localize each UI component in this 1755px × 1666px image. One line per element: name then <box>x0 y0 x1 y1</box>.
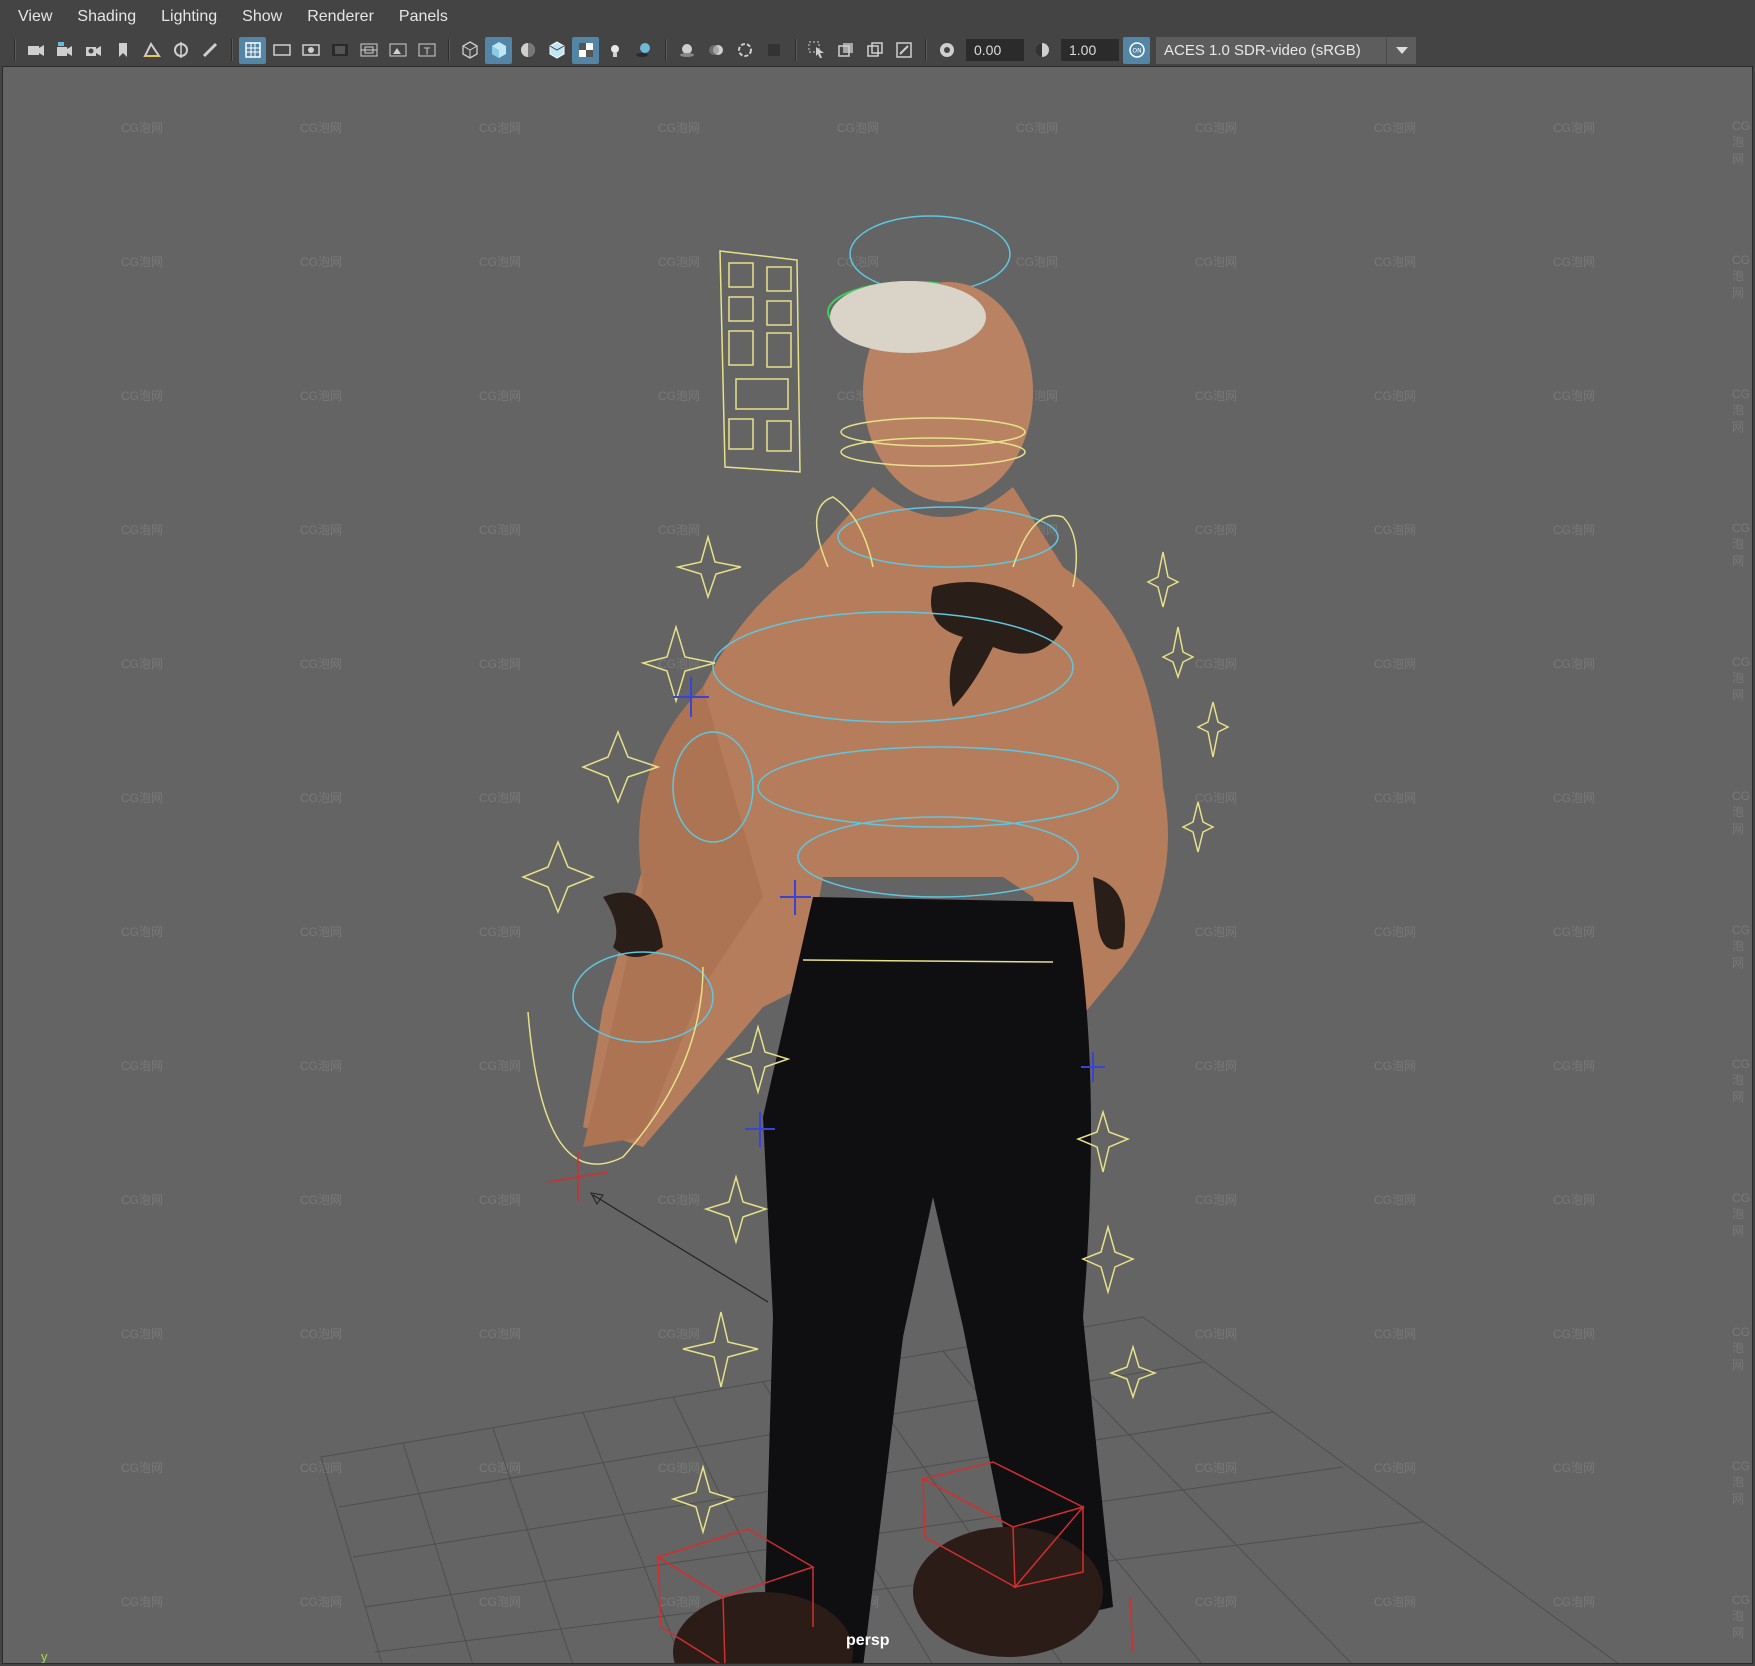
menu-bar: View Shading Lighting Show Renderer Pane… <box>0 0 1755 34</box>
menu-lighting[interactable]: Lighting <box>161 8 217 26</box>
svg-text:ON: ON <box>1132 48 1141 55</box>
svg-text:T: T <box>422 47 430 58</box>
color-space-dropdown[interactable]: ACES 1.0 SDR-video (sRGB) <box>1156 36 1416 64</box>
bookmark-icon[interactable] <box>109 37 136 64</box>
shadows-icon[interactable] <box>630 37 657 64</box>
camera-settings-icon[interactable] <box>80 37 107 64</box>
field-chart-icon[interactable] <box>355 37 382 64</box>
toolbar-separator <box>14 39 16 61</box>
toolbar-separator <box>231 39 233 61</box>
camera-attributes-icon[interactable] <box>51 37 78 64</box>
exposure-icon[interactable] <box>933 37 960 64</box>
axis-y-label: y <box>41 1649 48 1664</box>
grid-icon[interactable] <box>239 36 266 64</box>
toolbar-separator <box>795 39 797 61</box>
menu-show[interactable]: Show <box>242 8 282 26</box>
xray-icon[interactable] <box>832 37 859 64</box>
chevron-down-icon[interactable] <box>1386 36 1416 64</box>
xray-components-icon[interactable] <box>890 37 917 64</box>
motion-blur-icon[interactable] <box>702 37 729 64</box>
smooth-shade-icon[interactable] <box>485 36 512 64</box>
depth-of-field-icon[interactable] <box>760 37 787 64</box>
resolution-gate-icon[interactable] <box>297 37 324 64</box>
camera-tumble-icon[interactable] <box>167 37 194 64</box>
menu-view[interactable]: View <box>18 8 52 26</box>
gamma-field[interactable]: 1.00 <box>1061 39 1119 61</box>
gate-mask-icon[interactable] <box>326 37 353 64</box>
exposure-field[interactable]: 0.00 <box>966 39 1024 61</box>
image-plane-icon[interactable] <box>138 37 165 64</box>
screen-space-ao-icon[interactable] <box>673 37 700 64</box>
camera-icon[interactable] <box>22 37 49 64</box>
menu-renderer[interactable]: Renderer <box>307 8 374 26</box>
viewport-persp[interactable]: CG泡网 CG泡网 CG泡网 CG泡网 CG泡网 CG泡网 CG泡网 CG泡网 CG泡网 CG泡网… <box>2 66 1753 1664</box>
face-control-panel <box>719 250 801 473</box>
menu-shading[interactable]: Shading <box>77 8 136 26</box>
default-material-icon[interactable] <box>514 37 541 64</box>
color-space-label: ACES 1.0 SDR-video (sRGB) <box>1164 41 1361 59</box>
toolbar-separator <box>448 39 450 61</box>
film-gate-icon[interactable] <box>268 37 295 64</box>
textured-icon[interactable] <box>572 36 599 64</box>
multisample-aa-icon[interactable] <box>731 37 758 64</box>
scene-graphics <box>320 215 1619 1663</box>
color-management-icon[interactable]: ON <box>1123 36 1150 64</box>
xray-joints-icon[interactable] <box>861 37 888 64</box>
panel-toolbar: T 0.00 1.00 ON ACES 1.0 SDR-video (sRGB) <box>0 34 1755 66</box>
lighting-icon[interactable] <box>601 37 628 64</box>
isolate-select-icon[interactable] <box>803 37 830 64</box>
grease-pencil-icon[interactable] <box>196 37 223 64</box>
toolbar-separator <box>925 39 927 61</box>
wireframe-icon[interactable] <box>456 37 483 64</box>
toolbar-separator <box>665 39 667 61</box>
safe-action-icon[interactable] <box>384 37 411 64</box>
camera-label: persp <box>846 1632 890 1649</box>
safe-title-icon[interactable]: T <box>413 37 440 64</box>
wireframe-on-shaded-icon[interactable] <box>543 37 570 64</box>
menu-panels[interactable]: Panels <box>399 8 448 26</box>
gamma-icon[interactable] <box>1028 37 1055 64</box>
